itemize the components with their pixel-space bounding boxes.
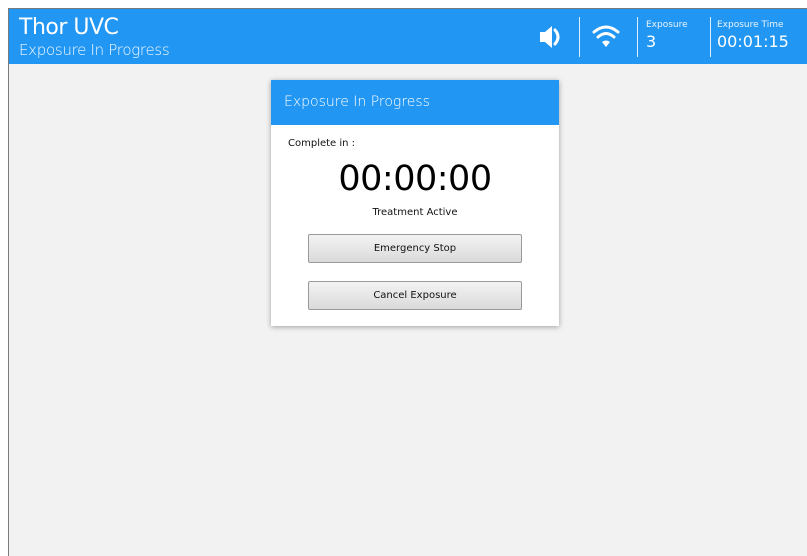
header-divider [579,17,580,57]
exposure-label: Exposure [646,20,688,30]
exposure-dialog: Exposure In Progress Complete in : 00:00… [271,80,559,326]
exposure-time-value: 00:01:15 [717,32,789,51]
header-divider [710,17,711,57]
header-divider [637,17,638,57]
speaker-icon[interactable] [534,20,570,54]
wifi-icon[interactable] [588,20,624,54]
app-subtitle: Exposure In Progress [19,41,170,59]
exposure-time-label: Exposure Time [717,20,784,30]
exposure-value: 3 [646,32,657,51]
complete-in-label: Complete in : [288,138,356,149]
dialog-title: Exposure In Progress [271,80,559,125]
treatment-status: Treatment Active [372,207,458,218]
app-header: Thor UVC Exposure In Progress Exposure 3… [9,9,807,64]
app-window: Thor UVC Exposure In Progress Exposure 3… [8,8,807,556]
cancel-exposure-button[interactable]: Cancel Exposure [308,281,522,310]
emergency-stop-button[interactable]: Emergency Stop [308,234,522,263]
countdown-timer: 00:00:00 [338,159,492,199]
app-title: Thor UVC [19,15,119,40]
